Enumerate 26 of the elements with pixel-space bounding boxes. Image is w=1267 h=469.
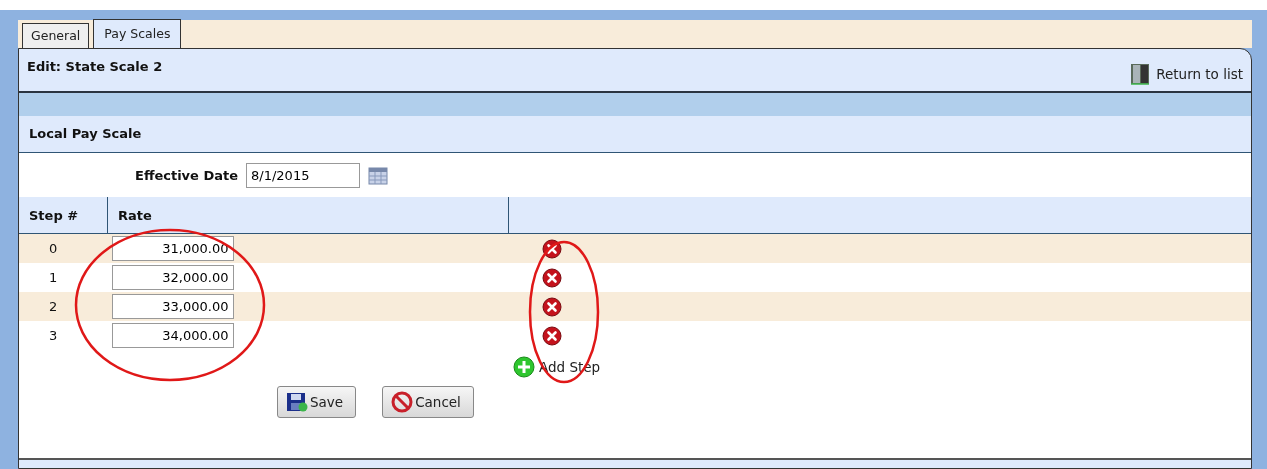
step-number: 0 bbox=[49, 241, 58, 256]
step-number: 2 bbox=[49, 299, 58, 314]
delete-icon[interactable] bbox=[541, 325, 562, 346]
column-header: Step # bbox=[19, 197, 108, 234]
rate-field[interactable]: 31,000.00 bbox=[111, 236, 234, 261]
column-header: Rate bbox=[107, 197, 509, 234]
rate-field[interactable]: 34,000.00 bbox=[111, 323, 234, 348]
rate-field[interactable]: 32,000.00 bbox=[111, 265, 234, 290]
delete-icon[interactable] bbox=[541, 238, 562, 259]
page-title: Edit: State Scale 2 bbox=[27, 59, 163, 74]
save-button[interactable]: Save bbox=[277, 386, 357, 418]
calendar-icon[interactable] bbox=[368, 165, 389, 185]
tab[interactable]: General bbox=[22, 23, 90, 48]
tab[interactable]: Pay Scales bbox=[93, 19, 182, 48]
delete-icon[interactable] bbox=[541, 267, 562, 288]
date-field[interactable]: 8/1/2015 bbox=[246, 162, 361, 188]
door-icon bbox=[1130, 63, 1151, 85]
step-number: 3 bbox=[49, 328, 58, 343]
delete-icon[interactable] bbox=[541, 296, 562, 317]
return-link[interactable]: Return to list bbox=[1130, 63, 1243, 85]
cancel-button[interactable]: Cancel bbox=[382, 386, 474, 418]
field-label: Effective Date bbox=[135, 167, 239, 183]
plus-icon bbox=[513, 356, 535, 378]
step-number: 1 bbox=[49, 270, 58, 285]
rate-field[interactable]: 33,000.00 bbox=[111, 294, 234, 319]
no-entry-icon bbox=[391, 391, 414, 413]
